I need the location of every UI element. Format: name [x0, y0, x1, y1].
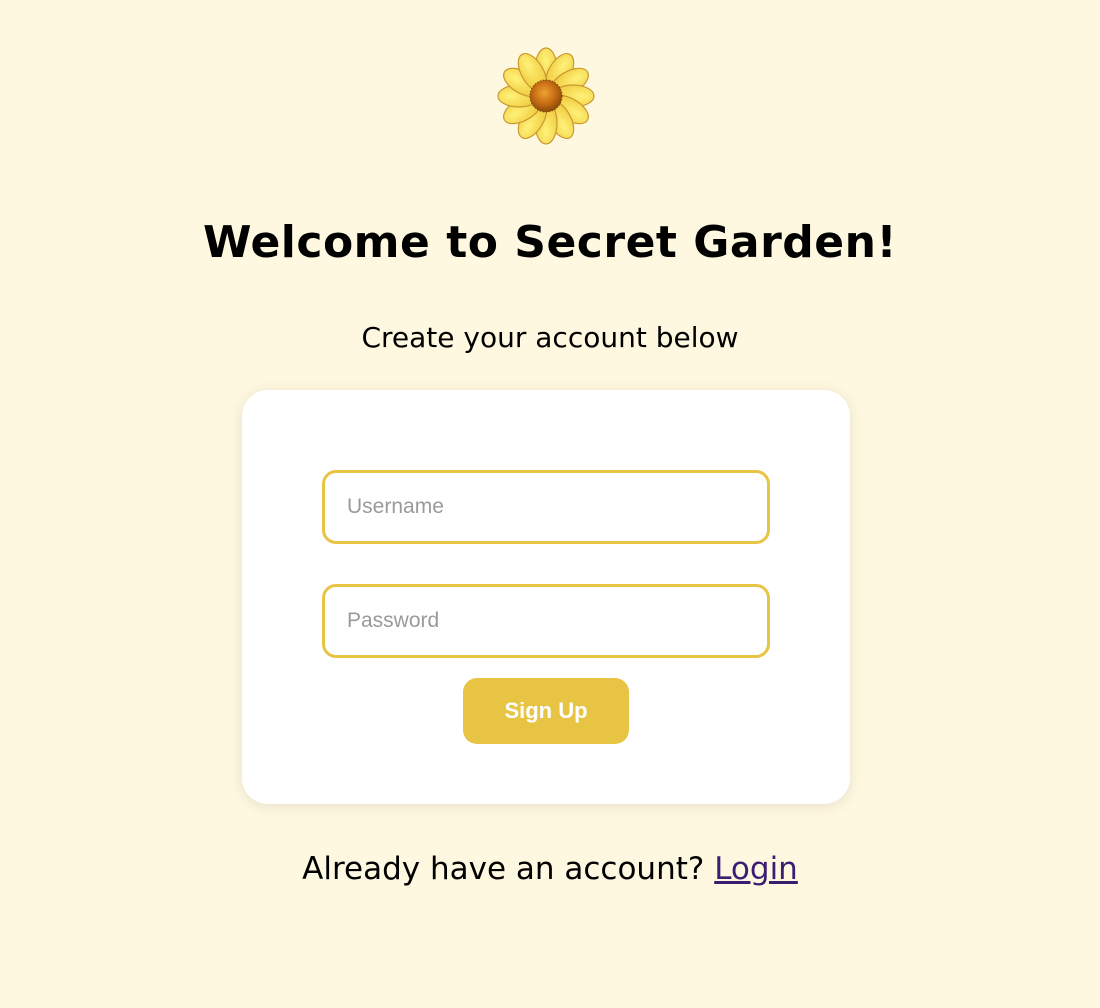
signup-card: Sign Up [242, 390, 850, 804]
password-input[interactable] [322, 584, 770, 658]
login-prompt-text: Already have an account? [302, 851, 705, 887]
page-subtitle: Create your account below [361, 321, 739, 354]
page-title: Welcome to Secret Garden! [202, 217, 898, 268]
daisy-flower-icon [496, 46, 596, 146]
login-link[interactable]: Login [714, 851, 798, 887]
username-input[interactable] [322, 470, 770, 544]
sign-up-button[interactable]: Sign Up [463, 678, 629, 744]
login-prompt: Already have an account? Login [0, 846, 1100, 892]
